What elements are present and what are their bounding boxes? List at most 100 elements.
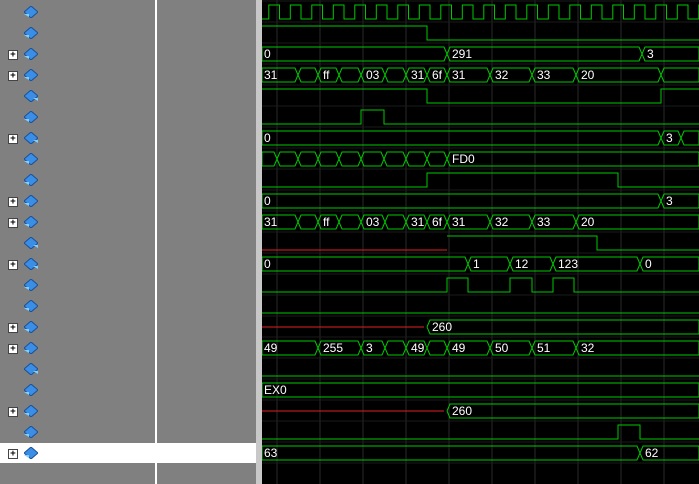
wave-window: + + + + + + + + + + 0 291 3 31 ff 03 31 6f 31 32 33 20 0 3 FD0 0… (0, 0, 699, 484)
signal-value-cell[interactable] (157, 380, 256, 401)
bus-value-label: 62 (645, 446, 659, 460)
signal-row[interactable] (0, 422, 155, 443)
expand-plus-icon[interactable]: + (8, 407, 18, 417)
bus-value-label: 32 (495, 215, 509, 229)
signal-value-cell[interactable] (157, 254, 256, 275)
input-port-icon (23, 173, 39, 187)
bus-segment (262, 256, 469, 272)
signal-value-cell[interactable] (157, 338, 256, 359)
signal-row[interactable] (0, 107, 155, 128)
signal-row[interactable] (0, 359, 155, 380)
bus-value-label: 12 (515, 257, 529, 271)
bus-value-label: 291 (452, 47, 472, 61)
expand-plus-icon[interactable]: + (8, 260, 18, 270)
signal-value-cell[interactable] (157, 296, 256, 317)
signal-row[interactable] (0, 170, 155, 191)
signal-value-cell[interactable] (157, 191, 256, 212)
signal-row[interactable] (0, 149, 155, 170)
signal-name-pane: + + + + + + + + + + (0, 0, 155, 484)
expand-plus-icon[interactable]: + (8, 134, 18, 144)
signal-row[interactable]: + (0, 65, 155, 86)
signal-row[interactable]: + (0, 443, 155, 464)
bus-value-label: 31 (452, 215, 466, 229)
bus-segment (262, 445, 641, 461)
signal-value-cell[interactable] (157, 170, 256, 191)
signal-row[interactable] (0, 233, 155, 254)
signal-row[interactable] (0, 2, 155, 23)
signal-row[interactable]: + (0, 401, 155, 422)
expand-plus-icon[interactable]: + (8, 323, 18, 333)
signal-value-cell[interactable] (157, 107, 256, 128)
expand-plus-icon[interactable]: + (8, 449, 18, 459)
signal-row[interactable]: + (0, 128, 155, 149)
bus-segment (360, 151, 385, 167)
signal-row[interactable] (0, 275, 155, 296)
expand-plus-icon[interactable]: + (8, 218, 18, 228)
bit-waveform (262, 25, 699, 41)
signal-value-cell[interactable] (157, 212, 256, 233)
signal-value-cell[interactable] (157, 443, 256, 464)
signal-value-cell[interactable] (157, 128, 256, 149)
signal-row[interactable] (0, 380, 155, 401)
bus-segment (384, 340, 407, 356)
signal-row[interactable]: + (0, 44, 155, 65)
bus-segment (446, 151, 699, 167)
bus-segment (276, 151, 299, 167)
bus-value-label: 3 (666, 194, 673, 208)
signal-value-cell[interactable] (157, 233, 256, 254)
signal-value-cell[interactable] (157, 23, 256, 44)
waveform-pane[interactable]: 0 291 331 ff 03 31 6f 31 32 33 200 3FD00 331 ff 03 31 6f… (262, 0, 699, 484)
bus-value-label: 31 (264, 68, 278, 82)
input-port-icon (23, 383, 39, 397)
signal-value-cell[interactable] (157, 401, 256, 422)
bus-segment (680, 130, 699, 146)
input-port-icon (23, 152, 39, 166)
signal-value-cell[interactable] (157, 65, 256, 86)
bus-value-label: 31 (264, 215, 278, 229)
clock-waveform (262, 4, 699, 20)
signal-row[interactable]: + (0, 191, 155, 212)
signal-row[interactable]: + (0, 338, 155, 359)
bus-value-label: 49 (411, 341, 425, 355)
bus-segment (446, 403, 699, 419)
bus-segment (338, 214, 362, 230)
bus-value-label: 3 (647, 47, 654, 61)
bus-segment (384, 67, 407, 83)
signal-value-cell[interactable] (157, 44, 256, 65)
signal-value-cell[interactable] (157, 317, 256, 338)
signal-row[interactable] (0, 86, 155, 107)
input-port-icon (23, 299, 39, 313)
signal-value-cell[interactable] (157, 359, 256, 380)
signal-value-cell[interactable] (157, 2, 256, 23)
signal-value-cell[interactable] (157, 149, 256, 170)
signal-row[interactable] (0, 296, 155, 317)
bus-value-label: 32 (581, 341, 595, 355)
bus-segment (426, 340, 448, 356)
signal-row[interactable] (0, 23, 155, 44)
bus-segment (575, 340, 699, 356)
input-port-icon (23, 215, 39, 229)
bus-value-label: 0 (645, 257, 652, 271)
signal-value-cell[interactable] (157, 275, 256, 296)
bus-segment (338, 67, 362, 83)
output-port-icon (23, 257, 39, 271)
bus-value-label: 260 (452, 404, 472, 418)
signal-row[interactable]: + (0, 317, 155, 338)
bus-segment (297, 151, 319, 167)
expand-plus-icon[interactable]: + (8, 344, 18, 354)
signal-value-cell[interactable] (157, 422, 256, 443)
signal-value-cell[interactable] (157, 86, 256, 107)
bus-segment (297, 214, 319, 230)
input-port-icon (23, 5, 39, 19)
expand-plus-icon[interactable]: + (8, 197, 18, 207)
bus-segment (262, 382, 699, 398)
signal-row[interactable]: + (0, 254, 155, 275)
bus-value-label: 33 (537, 68, 551, 82)
bus-value-label: 0 (264, 47, 271, 61)
bit-waveform (262, 88, 699, 104)
bus-value-label: 03 (366, 68, 380, 82)
expand-plus-icon[interactable]: + (8, 50, 18, 60)
expand-plus-icon[interactable]: + (8, 71, 18, 81)
input-port-icon (23, 194, 39, 208)
signal-row[interactable]: + (0, 212, 155, 233)
